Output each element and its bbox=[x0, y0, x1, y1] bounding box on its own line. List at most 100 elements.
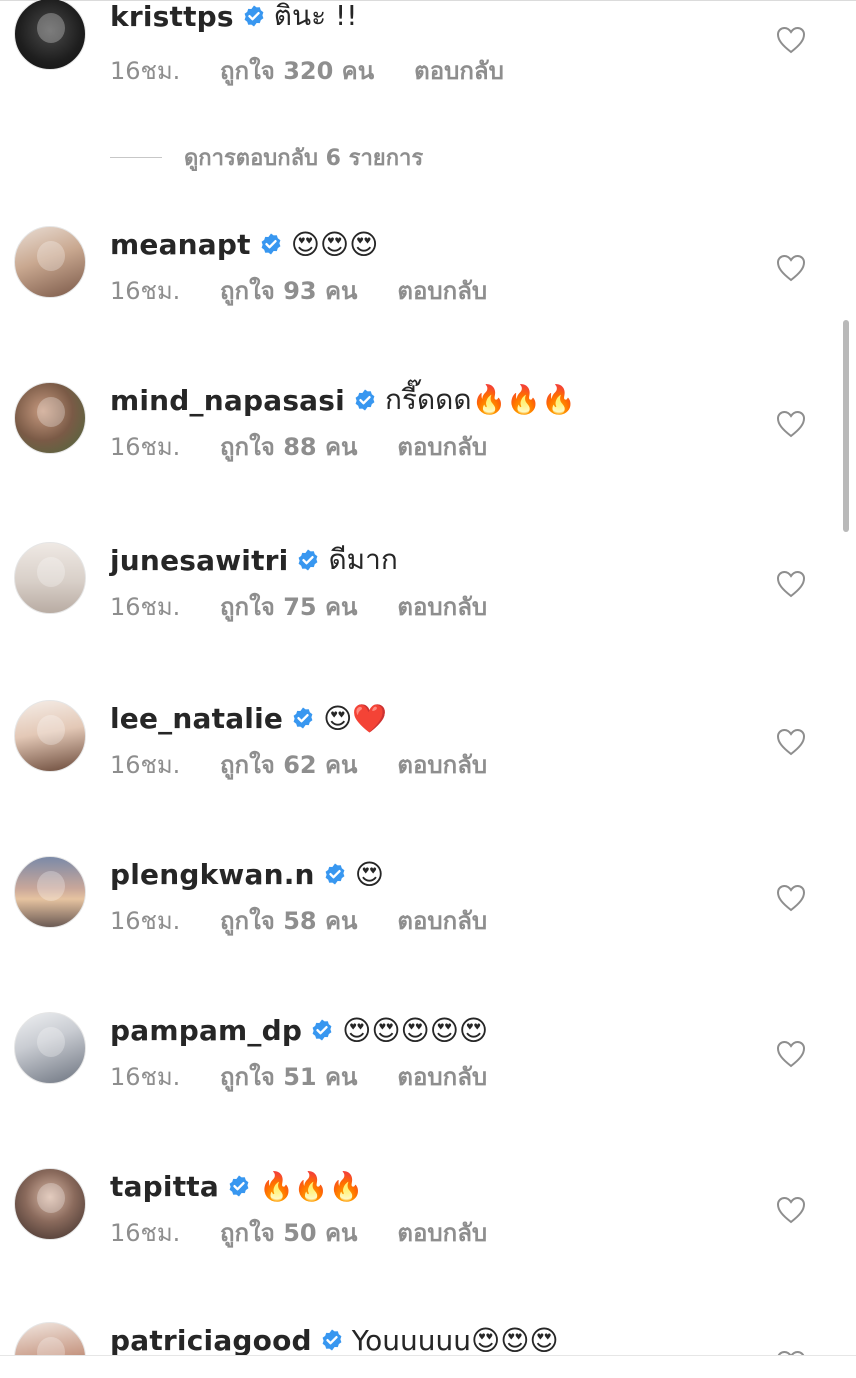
comment-meta: 16ชม. ถูกใจ 75 คน ตอบกลับ bbox=[110, 590, 487, 622]
comment-time: 16ชม. bbox=[110, 906, 181, 935]
comment-meta: 16ชม. ถูกใจ 62 คน ตอบกลับ bbox=[110, 748, 487, 780]
reply-button[interactable]: ตอบกลับ bbox=[397, 427, 487, 466]
bottom-edge bbox=[0, 1355, 856, 1378]
username[interactable]: mind_napasasi bbox=[110, 384, 345, 417]
comment-text: กรี๊ดดด🔥🔥🔥 bbox=[384, 383, 577, 416]
username[interactable]: lee_natalie bbox=[110, 702, 283, 735]
comment-text: 😍😍😍😍😍 bbox=[342, 1013, 489, 1047]
heart-icon[interactable] bbox=[776, 26, 806, 54]
avatar[interactable] bbox=[14, 226, 86, 298]
avatar[interactable] bbox=[14, 1168, 86, 1240]
verified-badge-icon bbox=[244, 5, 264, 27]
verified-badge-icon bbox=[229, 1175, 249, 1197]
comment-line: tapitta 🔥🔥🔥 bbox=[110, 1168, 364, 1204]
verified-badge-icon bbox=[293, 707, 313, 729]
reply-button[interactable]: ตอบกลับ bbox=[397, 1213, 487, 1252]
comment-meta: 16ชม. ถูกใจ 50 คน ตอบกลับ bbox=[110, 1216, 487, 1248]
comment-time: 16ชม. bbox=[110, 56, 181, 85]
comments-list: kristtps ตินะ !! 16ชม. ถูกใจ 320 คน ตอบก… bbox=[0, 0, 856, 1377]
avatar[interactable] bbox=[14, 1012, 86, 1084]
comment-line: meanapt 😍😍😍 bbox=[110, 226, 378, 262]
likes-count[interactable]: ถูกใจ 50 คน bbox=[220, 1213, 357, 1252]
username[interactable]: junesawitri bbox=[110, 544, 288, 577]
comment-item: plengkwan.n 😍 16ชม. ถูกใจ 58 คน ตอบกลับ bbox=[0, 856, 856, 976]
view-replies-button[interactable]: ดูการตอบกลับ 6 รายการ bbox=[110, 140, 423, 174]
reply-button[interactable]: ตอบกลับ bbox=[414, 51, 504, 90]
comment-item: lee_natalie 😍❤️ 16ชม. ถูกใจ 62 คน ตอบกลั… bbox=[0, 700, 856, 820]
comment-time: 16ชม. bbox=[110, 432, 181, 461]
username[interactable]: meanapt bbox=[110, 228, 251, 261]
comment-item: kristtps ตินะ !! 16ชม. ถูกใจ 320 คน ตอบก… bbox=[0, 0, 856, 118]
avatar[interactable] bbox=[14, 1322, 86, 1356]
likes-count[interactable]: ถูกใจ 88 คน bbox=[220, 427, 357, 466]
likes-count[interactable]: ถูกใจ 62 คน bbox=[220, 745, 357, 784]
verified-badge-icon bbox=[355, 389, 375, 411]
comment-time: 16ชม. bbox=[110, 592, 181, 621]
scrollbar[interactable] bbox=[843, 320, 849, 532]
avatar[interactable] bbox=[14, 0, 86, 70]
comment-item: mind_napasasi กรี๊ดดด🔥🔥🔥 16ชม. ถูกใจ 88 … bbox=[0, 382, 856, 502]
comment-line: mind_napasasi กรี๊ดดด🔥🔥🔥 bbox=[110, 382, 576, 418]
comment-item: tapitta 🔥🔥🔥 16ชม. ถูกใจ 50 คน ตอบกลับ bbox=[0, 1168, 856, 1288]
comment-time: 16ชม. bbox=[110, 750, 181, 779]
comment-line: patriciagood Youuuuu😍😍😍 bbox=[110, 1322, 559, 1357]
comment-meta: 16ชม. ถูกใจ 93 คน ตอบกลับ bbox=[110, 274, 487, 306]
reply-button[interactable]: ตอบกลับ bbox=[397, 901, 487, 940]
likes-count[interactable]: ถูกใจ 320 คน bbox=[220, 51, 374, 90]
comment-meta: 16ชม. ถูกใจ 51 คน ตอบกลับ bbox=[110, 1060, 487, 1092]
username[interactable]: plengkwan.n bbox=[110, 858, 315, 891]
likes-count[interactable]: ถูกใจ 58 คน bbox=[220, 901, 357, 940]
heart-icon[interactable] bbox=[776, 254, 806, 282]
comment-text: Youuuuu😍😍😍 bbox=[351, 1323, 559, 1357]
avatar[interactable] bbox=[14, 700, 86, 772]
verified-badge-icon bbox=[325, 863, 345, 885]
comment-text: ดีมาก bbox=[328, 543, 398, 576]
heart-icon[interactable] bbox=[776, 570, 806, 598]
username[interactable]: patriciagood bbox=[110, 1324, 312, 1357]
comment-text: 🔥🔥🔥 bbox=[258, 1169, 364, 1203]
comment-text: 😍❤️ bbox=[323, 701, 388, 735]
comment-item: pampam_dp 😍😍😍😍😍 16ชม. ถูกใจ 51 คน ตอบกลั… bbox=[0, 1012, 856, 1132]
heart-icon[interactable] bbox=[776, 410, 806, 438]
likes-count[interactable]: ถูกใจ 51 คน bbox=[220, 1057, 357, 1096]
comment-meta: 16ชม. ถูกใจ 58 คน ตอบกลับ bbox=[110, 904, 487, 936]
heart-icon[interactable] bbox=[776, 1040, 806, 1068]
verified-badge-icon bbox=[322, 1329, 342, 1351]
comment-time: 16ชม. bbox=[110, 1218, 181, 1247]
reply-button[interactable]: ตอบกลับ bbox=[397, 745, 487, 784]
comment-text: 😍 bbox=[354, 857, 384, 891]
verified-badge-icon bbox=[299, 549, 318, 571]
comment-text: ตินะ !! bbox=[273, 0, 358, 32]
comment-text: 😍😍😍 bbox=[290, 227, 379, 261]
verified-badge-icon bbox=[312, 1019, 332, 1041]
comment-line: junesawitri ดีมาก bbox=[110, 542, 398, 578]
comment-meta: 16ชม. ถูกใจ 88 คน ตอบกลับ bbox=[110, 430, 487, 462]
avatar[interactable] bbox=[14, 542, 86, 614]
heart-icon[interactable] bbox=[776, 728, 806, 756]
reply-button[interactable]: ตอบกลับ bbox=[397, 587, 487, 626]
comment-line: plengkwan.n 😍 bbox=[110, 856, 384, 892]
view-replies-label: ดูการตอบกลับ 6 รายการ bbox=[184, 145, 424, 171]
avatar[interactable] bbox=[14, 856, 86, 928]
comment-item: junesawitri ดีมาก 16ชม. ถูกใจ 75 คน ตอบก… bbox=[0, 542, 856, 662]
comment-meta: 16ชม. ถูกใจ 320 คน ตอบกลับ bbox=[110, 54, 504, 86]
comment-line: pampam_dp 😍😍😍😍😍 bbox=[110, 1012, 488, 1048]
username[interactable]: tapitta bbox=[110, 1170, 219, 1203]
comment-item: patriciagood Youuuuu😍😍😍 bbox=[0, 1322, 856, 1356]
verified-badge-icon bbox=[261, 233, 281, 255]
reply-button[interactable]: ตอบกลับ bbox=[397, 271, 487, 310]
heart-icon[interactable] bbox=[776, 1196, 806, 1224]
avatar[interactable] bbox=[14, 382, 86, 454]
likes-count[interactable]: ถูกใจ 93 คน bbox=[220, 271, 357, 310]
comment-line: lee_natalie 😍❤️ bbox=[110, 700, 387, 736]
likes-count[interactable]: ถูกใจ 75 คน bbox=[220, 587, 357, 626]
comment-time: 16ชม. bbox=[110, 276, 181, 305]
comment-time: 16ชม. bbox=[110, 1062, 181, 1091]
view-replies-divider bbox=[110, 156, 162, 158]
comment-line: kristtps ตินะ !! bbox=[110, 0, 358, 34]
heart-icon[interactable] bbox=[776, 884, 806, 912]
comment-item: meanapt 😍😍😍 16ชม. ถูกใจ 93 คน ตอบกลับ bbox=[0, 226, 856, 346]
username[interactable]: pampam_dp bbox=[110, 1014, 302, 1047]
username[interactable]: kristtps bbox=[110, 0, 234, 33]
reply-button[interactable]: ตอบกลับ bbox=[397, 1057, 487, 1096]
